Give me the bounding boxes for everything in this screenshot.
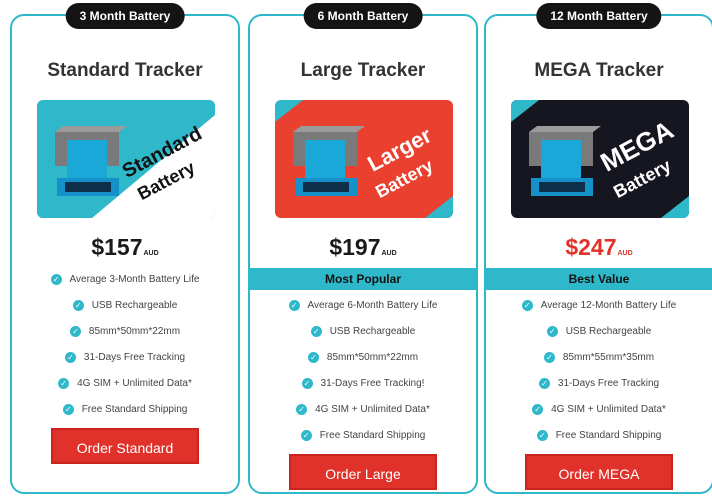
price-currency: AUD xyxy=(617,250,633,257)
check-icon: ✓ xyxy=(536,429,548,441)
check-icon: ✓ xyxy=(307,351,319,363)
feature-label: USB Rechargeable xyxy=(91,299,178,311)
card-title: Large Tracker xyxy=(300,60,426,81)
feature-item: ✓ Average 12-Month Battery Life xyxy=(486,292,712,318)
check-icon: ✓ xyxy=(64,351,76,363)
feature-label: 85mm*55mm*35mm xyxy=(562,351,655,363)
check-icon: ✓ xyxy=(288,299,300,311)
check-icon: ✓ xyxy=(72,299,84,311)
price: $247AUD xyxy=(486,234,712,261)
card-title: Standard Tracker xyxy=(47,60,203,81)
feature-label: 31-Days Free Tracking xyxy=(83,351,186,363)
feature-item: ✓ 4G SIM + Unlimited Data* xyxy=(486,396,712,422)
check-icon: ✓ xyxy=(543,351,555,363)
feature-item: ✓ Free Standard Shipping xyxy=(486,422,712,448)
feature-list: ✓ Average 12-Month Battery Life ✓ USB Rech… xyxy=(486,292,712,448)
card-title: MEGA Tracker xyxy=(534,60,664,81)
check-icon: ✓ xyxy=(301,377,313,389)
feature-label: Free Standard Shipping xyxy=(319,429,426,441)
feature-label: Average 3-Month Battery Life xyxy=(69,273,200,285)
feature-item: ✓ USB Rechargeable xyxy=(12,292,238,318)
feature-item: ✓ USB Rechargeable xyxy=(250,318,476,344)
price-currency: AUD xyxy=(381,250,397,257)
feature-label: Average 6-Month Battery Life xyxy=(307,299,438,311)
feature-item: ✓ 31-Days Free Tracking xyxy=(12,344,238,370)
feature-label: 4G SIM + Unlimited Data* xyxy=(551,403,666,415)
feature-label: 4G SIM + Unlimited Data* xyxy=(77,377,192,389)
feature-label: Free Standard Shipping xyxy=(555,429,662,441)
check-icon: ✓ xyxy=(310,325,322,337)
feature-label: USB Rechargeable xyxy=(329,325,416,337)
check-icon: ✓ xyxy=(296,403,308,415)
pricing-card-mega: 12 Month Battery MEGA Tracker MEGA Batte… xyxy=(484,3,712,494)
feature-item: ✓ Free Standard Shipping xyxy=(12,396,238,422)
feature-label: USB Rechargeable xyxy=(565,325,652,337)
pricing-card-large: 6 Month Battery Large Tracker Larger Bat… xyxy=(248,3,478,494)
feature-item: ✓ 85mm*50mm*22mm xyxy=(250,344,476,370)
feature-item: ✓ 85mm*55mm*35mm xyxy=(486,344,712,370)
feature-label: 31-Days Free Tracking! xyxy=(320,377,425,389)
best-value-banner: Best Value xyxy=(486,268,712,290)
check-icon: ✓ xyxy=(300,429,312,441)
feature-item: ✓ 4G SIM + Unlimited Data* xyxy=(12,370,238,396)
check-icon: ✓ xyxy=(69,325,81,337)
feature-item: ✓ 4G SIM + Unlimited Data* xyxy=(250,396,476,422)
feature-list: ✓ Average 3-Month Battery Life ✓ USB Recha… xyxy=(12,266,238,422)
product-image: MEGA Battery xyxy=(511,100,689,218)
check-icon: ✓ xyxy=(58,377,70,389)
feature-item: ✓ Average 6-Month Battery Life xyxy=(250,292,476,318)
price-currency: AUD xyxy=(143,250,159,257)
check-icon: ✓ xyxy=(532,403,544,415)
check-icon: ✓ xyxy=(62,403,74,415)
order-mega-button[interactable]: Order MEGA xyxy=(525,454,673,490)
check-icon: ✓ xyxy=(50,273,62,285)
price: $157AUD xyxy=(12,234,238,261)
price-value: $197 xyxy=(329,234,381,260)
feature-item: ✓ USB Rechargeable xyxy=(486,318,712,344)
order-standard-button[interactable]: Order Standard xyxy=(51,428,199,464)
feature-label: Average 12-Month Battery Life xyxy=(540,299,677,311)
feature-label: Free Standard Shipping xyxy=(81,403,188,415)
feature-label: 85mm*50mm*22mm xyxy=(326,351,419,363)
feature-item: ✓ 31-Days Free Tracking! xyxy=(250,370,476,396)
battery-badge: 12 Month Battery xyxy=(536,3,662,29)
feature-item: ✓ Average 3-Month Battery Life xyxy=(12,266,238,292)
pricing-card-standard: 3 Month Battery Standard Tracker Standar… xyxy=(10,3,240,494)
feature-label: 4G SIM + Unlimited Data* xyxy=(315,403,430,415)
most-popular-banner: Most Popular xyxy=(250,268,476,290)
product-image: Standard Battery xyxy=(37,100,215,218)
feature-label: 85mm*50mm*22mm xyxy=(88,325,181,337)
check-icon: ✓ xyxy=(521,299,533,311)
feature-item: ✓ 85mm*50mm*22mm xyxy=(12,318,238,344)
feature-label: 31-Days Free Tracking xyxy=(557,377,660,389)
feature-item: ✓ 31-Days Free Tracking xyxy=(486,370,712,396)
order-large-button[interactable]: Order Large xyxy=(289,454,437,490)
battery-badge: 6 Month Battery xyxy=(303,3,423,29)
check-icon: ✓ xyxy=(538,377,550,389)
feature-list: ✓ Average 6-Month Battery Life ✓ USB Recha… xyxy=(250,292,476,448)
battery-badge: 3 Month Battery xyxy=(65,3,185,29)
price: $197AUD xyxy=(250,234,476,261)
check-icon: ✓ xyxy=(546,325,558,337)
product-image: Larger Battery xyxy=(275,100,453,218)
price-value: $247 xyxy=(565,234,617,260)
price-value: $157 xyxy=(91,234,143,260)
feature-item: ✓ Free Standard Shipping xyxy=(250,422,476,448)
